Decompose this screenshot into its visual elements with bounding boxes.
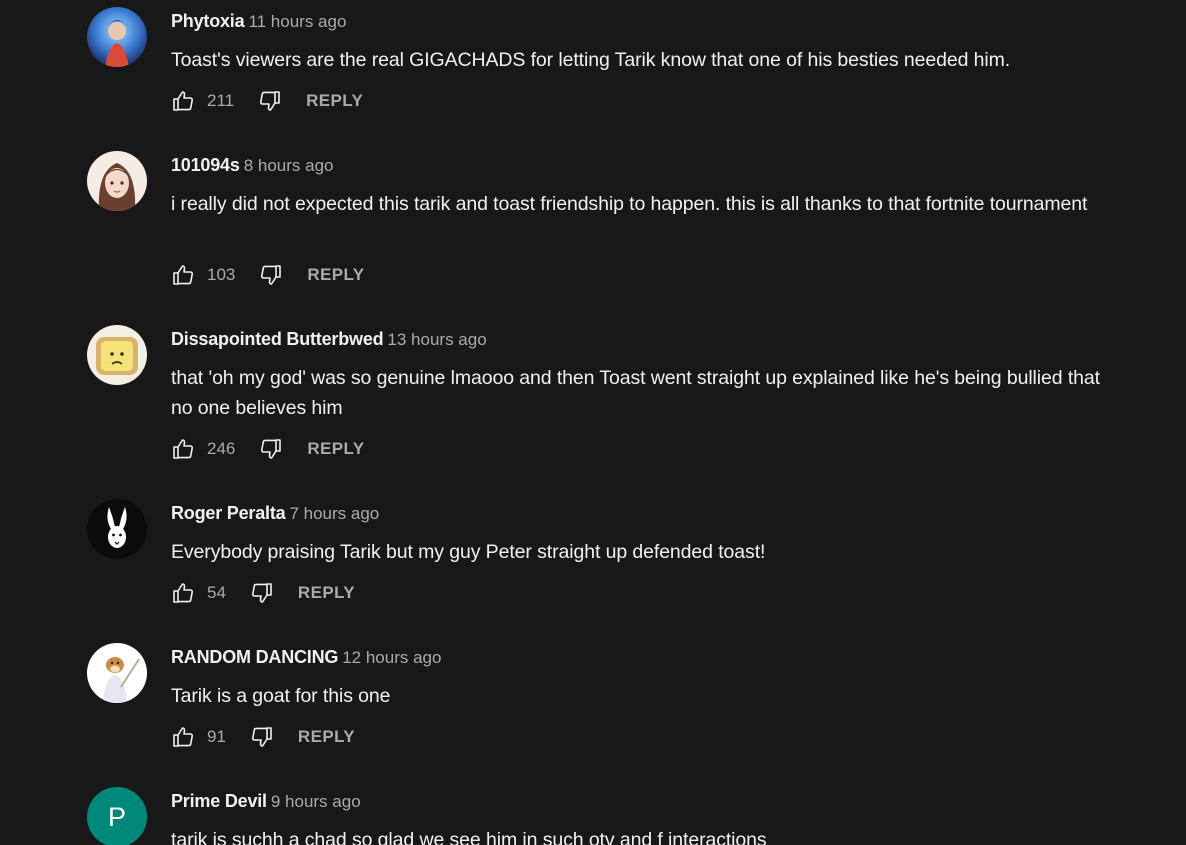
letter-avatar[interactable]: P [87, 787, 147, 845]
comment-timestamp[interactable]: 9 hours ago [271, 792, 361, 811]
comment-header: 101094s 8 hours ago [171, 153, 333, 179]
thumbs-up-icon[interactable] [171, 725, 195, 749]
comment-actions: 54 REPLY [171, 581, 355, 605]
reply-button[interactable]: REPLY [298, 727, 355, 747]
reply-button[interactable]: REPLY [298, 583, 355, 603]
thumbs-down-icon[interactable] [258, 89, 282, 113]
thumbs-up-icon[interactable] [171, 437, 195, 461]
white-rabbit-avatar[interactable] [87, 499, 147, 559]
thumbs-up-icon[interactable] [171, 263, 195, 287]
comment-timestamp[interactable]: 13 hours ago [387, 330, 486, 349]
thumbs-down-icon[interactable] [259, 263, 283, 287]
comments-section: Phytoxia 11 hours ago Toast's viewers are… [0, 0, 1186, 845]
comment-timestamp[interactable]: 8 hours ago [244, 156, 334, 175]
comment-header: RANDOM DANCING 12 hours ago [171, 645, 441, 671]
author-name[interactable]: 101094s [171, 155, 240, 175]
avatar-letter: P [107, 801, 126, 832]
comment-actions: 91 REPLY [171, 725, 355, 749]
comment-header: Phytoxia 11 hours ago [171, 9, 346, 35]
thumbs-down-icon[interactable] [250, 581, 274, 605]
reply-button[interactable]: REPLY [307, 439, 364, 459]
like-count: 91 [207, 727, 226, 746]
author-name[interactable]: Dissapointed Butterbwed [171, 329, 384, 349]
comment-timestamp[interactable]: 7 hours ago [289, 504, 379, 523]
thumbs-up-icon[interactable] [171, 89, 195, 113]
comment-header: Roger Peralta 7 hours ago [171, 501, 379, 527]
like-count: 103 [207, 265, 236, 284]
reply-button[interactable]: REPLY [306, 91, 363, 111]
thumbs-down-icon[interactable] [259, 437, 283, 461]
author-name[interactable]: Prime Devil [171, 791, 267, 811]
thumbs-down-icon[interactable] [250, 725, 274, 749]
comment-actions: 211 REPLY [171, 89, 363, 113]
thumbs-up-icon[interactable] [171, 581, 195, 605]
author-name[interactable]: RANDOM DANCING [171, 647, 338, 667]
sad-butter-toast-avatar[interactable] [87, 325, 147, 385]
comment-actions: 103 REPLY [171, 263, 365, 287]
like-count: 54 [207, 583, 226, 602]
comment-text: that 'oh my god' was so genuine lmaooo a… [171, 367, 1100, 419]
comment-header: Prime Devil 9 hours ago [171, 789, 361, 815]
author-name[interactable]: Phytoxia [171, 11, 245, 31]
anime-character-avatar[interactable] [87, 7, 147, 67]
comment-text: Toast's viewers are the real GIGACHADS f… [171, 49, 1011, 71]
comment-text: Everybody praising Tarik but my guy Pete… [171, 541, 766, 563]
comment-text: i really did not expected this tarik and… [171, 193, 1088, 215]
comment-text: tarik is suchh a chad so glad we see him… [171, 829, 767, 845]
comment-text: Tarik is a goat for this one [171, 685, 391, 707]
comment-header: Dissapointed Butterbwed 13 hours ago [171, 327, 487, 353]
illustrated-girl-avatar[interactable] [87, 151, 147, 211]
author-name[interactable]: Roger Peralta [171, 503, 286, 523]
comment-timestamp[interactable]: 11 hours ago [248, 12, 346, 31]
like-count: 246 [207, 439, 236, 458]
comment-timestamp[interactable]: 12 hours ago [342, 648, 441, 667]
comment-actions: 246 REPLY [171, 437, 365, 461]
reply-button[interactable]: REPLY [307, 265, 364, 285]
like-count: 211 [207, 91, 235, 110]
dog-with-sword-avatar[interactable] [87, 643, 147, 703]
